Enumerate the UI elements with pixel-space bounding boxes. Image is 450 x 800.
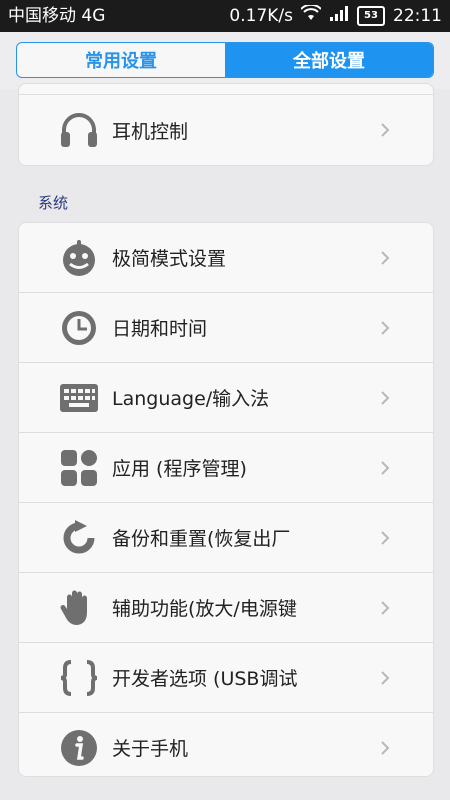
section-title-system: 系统 — [38, 194, 69, 212]
tab-all-settings[interactable]: 全部设置 — [225, 43, 433, 77]
carrier-label: 中国移动 4G — [8, 6, 106, 26]
list-item-label: 关于手机 — [112, 738, 189, 760]
list-item-label: 日期和时间 — [112, 318, 208, 340]
braces-icon — [59, 658, 99, 698]
signal-icon — [329, 0, 349, 32]
battery-indicator: 53 — [357, 6, 385, 26]
clock-icon — [59, 308, 99, 348]
chevron-right-icon — [377, 670, 393, 686]
chevron-right-icon — [377, 390, 393, 406]
backup-restore-icon — [59, 518, 99, 558]
chevron-right-icon — [377, 740, 393, 756]
list-item-label: 备份和重置(恢复出厂 — [112, 528, 291, 550]
status-bar: 中国移动 4G 0.17K/s 53 22:11 — [0, 0, 450, 32]
list-item-label: 极简模式设置 — [112, 248, 227, 270]
settings-header: 常用设置 全部设置 — [0, 32, 450, 89]
settings-tab-switch: 常用设置 全部设置 — [16, 42, 434, 78]
headphones-icon — [59, 110, 99, 150]
chevron-right-icon — [377, 320, 393, 336]
status-right: 0.17K/s 53 22:11 — [229, 0, 442, 32]
chevron-right-icon — [377, 600, 393, 616]
list-item-label: 辅助功能(放大/电源键 — [112, 598, 297, 620]
network-speed: 0.17K/s — [229, 6, 293, 26]
chevron-right-icon — [377, 530, 393, 546]
list-item-simple-mode[interactable]: 极简模式设置 — [19, 223, 433, 293]
list-item-label: 开发者选项 (USB调试 — [112, 668, 298, 690]
list-item-about-phone[interactable]: 关于手机 — [19, 713, 433, 776]
partial-row — [19, 84, 433, 95]
settings-content: 耳机控制 系统 极简模式设置 日期和时间 Language/输入法 应用 (程序… — [0, 83, 450, 800]
apps-grid-icon — [59, 448, 99, 488]
system-settings-card: 极简模式设置 日期和时间 Language/输入法 应用 (程序管理) 备份和重… — [18, 222, 434, 777]
list-item-language-input[interactable]: Language/输入法 — [19, 363, 433, 433]
hand-icon — [59, 588, 99, 628]
list-item-developer-options[interactable]: 开发者选项 (USB调试 — [19, 643, 433, 713]
info-icon — [59, 728, 99, 768]
list-item-date-time[interactable]: 日期和时间 — [19, 293, 433, 363]
keyboard-icon — [59, 378, 99, 418]
clock: 22:11 — [393, 6, 442, 26]
list-item-label: 耳机控制 — [112, 120, 189, 143]
list-item-label: Language/输入法 — [112, 388, 270, 410]
list-item-headphone-control[interactable]: 耳机控制 — [19, 95, 433, 165]
chevron-right-icon — [377, 460, 393, 476]
wifi-icon — [300, 0, 322, 32]
smile-face-icon — [59, 238, 99, 278]
list-item-label: 应用 (程序管理) — [112, 458, 247, 480]
list-item-backup-reset[interactable]: 备份和重置(恢复出厂 — [19, 503, 433, 573]
chevron-right-icon — [377, 122, 393, 138]
list-item-accessibility[interactable]: 辅助功能(放大/电源键 — [19, 573, 433, 643]
chevron-right-icon — [377, 250, 393, 266]
top-settings-card: 耳机控制 — [18, 83, 434, 166]
list-item-apps[interactable]: 应用 (程序管理) — [19, 433, 433, 503]
tab-common-settings[interactable]: 常用设置 — [17, 43, 225, 77]
